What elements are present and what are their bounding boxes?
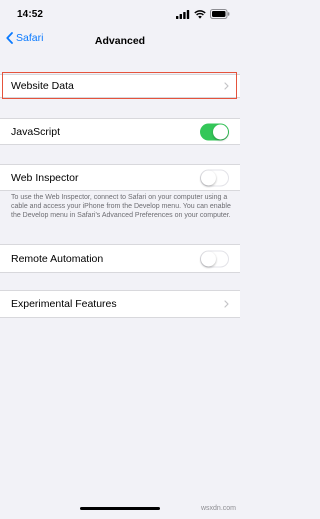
experimental-features-label: Experimental Features [11, 298, 117, 310]
experimental-features-row[interactable]: Experimental Features [0, 290, 240, 318]
home-indicator[interactable] [80, 507, 160, 510]
navigation-bar: Safari Advanced [0, 28, 240, 54]
web-inspector-footnote: To use the Web Inspector, connect to Saf… [11, 194, 231, 219]
status-time: 14:52 [17, 9, 44, 20]
highlight-box [2, 72, 237, 99]
status-bar: 14:52 [0, 0, 240, 28]
javascript-toggle[interactable] [200, 123, 229, 140]
signal-icon [176, 9, 190, 19]
battery-icon [210, 9, 230, 19]
remote-automation-row: Remote Automation [0, 244, 240, 273]
web-inspector-row: Web Inspector [0, 164, 240, 191]
remote-automation-label: Remote Automation [11, 252, 104, 265]
javascript-row: JavaScript [0, 118, 240, 145]
web-inspector-toggle[interactable] [200, 169, 229, 186]
wifi-icon [194, 9, 206, 19]
chevron-right-icon [224, 300, 229, 308]
page-title: Advanced [94, 35, 146, 47]
status-icons [176, 9, 230, 19]
web-inspector-label: Web Inspector [11, 171, 79, 184]
watermark-text: wsxdn.com [200, 505, 236, 512]
javascript-label: JavaScript [11, 125, 61, 138]
remote-automation-toggle[interactable] [200, 250, 229, 267]
